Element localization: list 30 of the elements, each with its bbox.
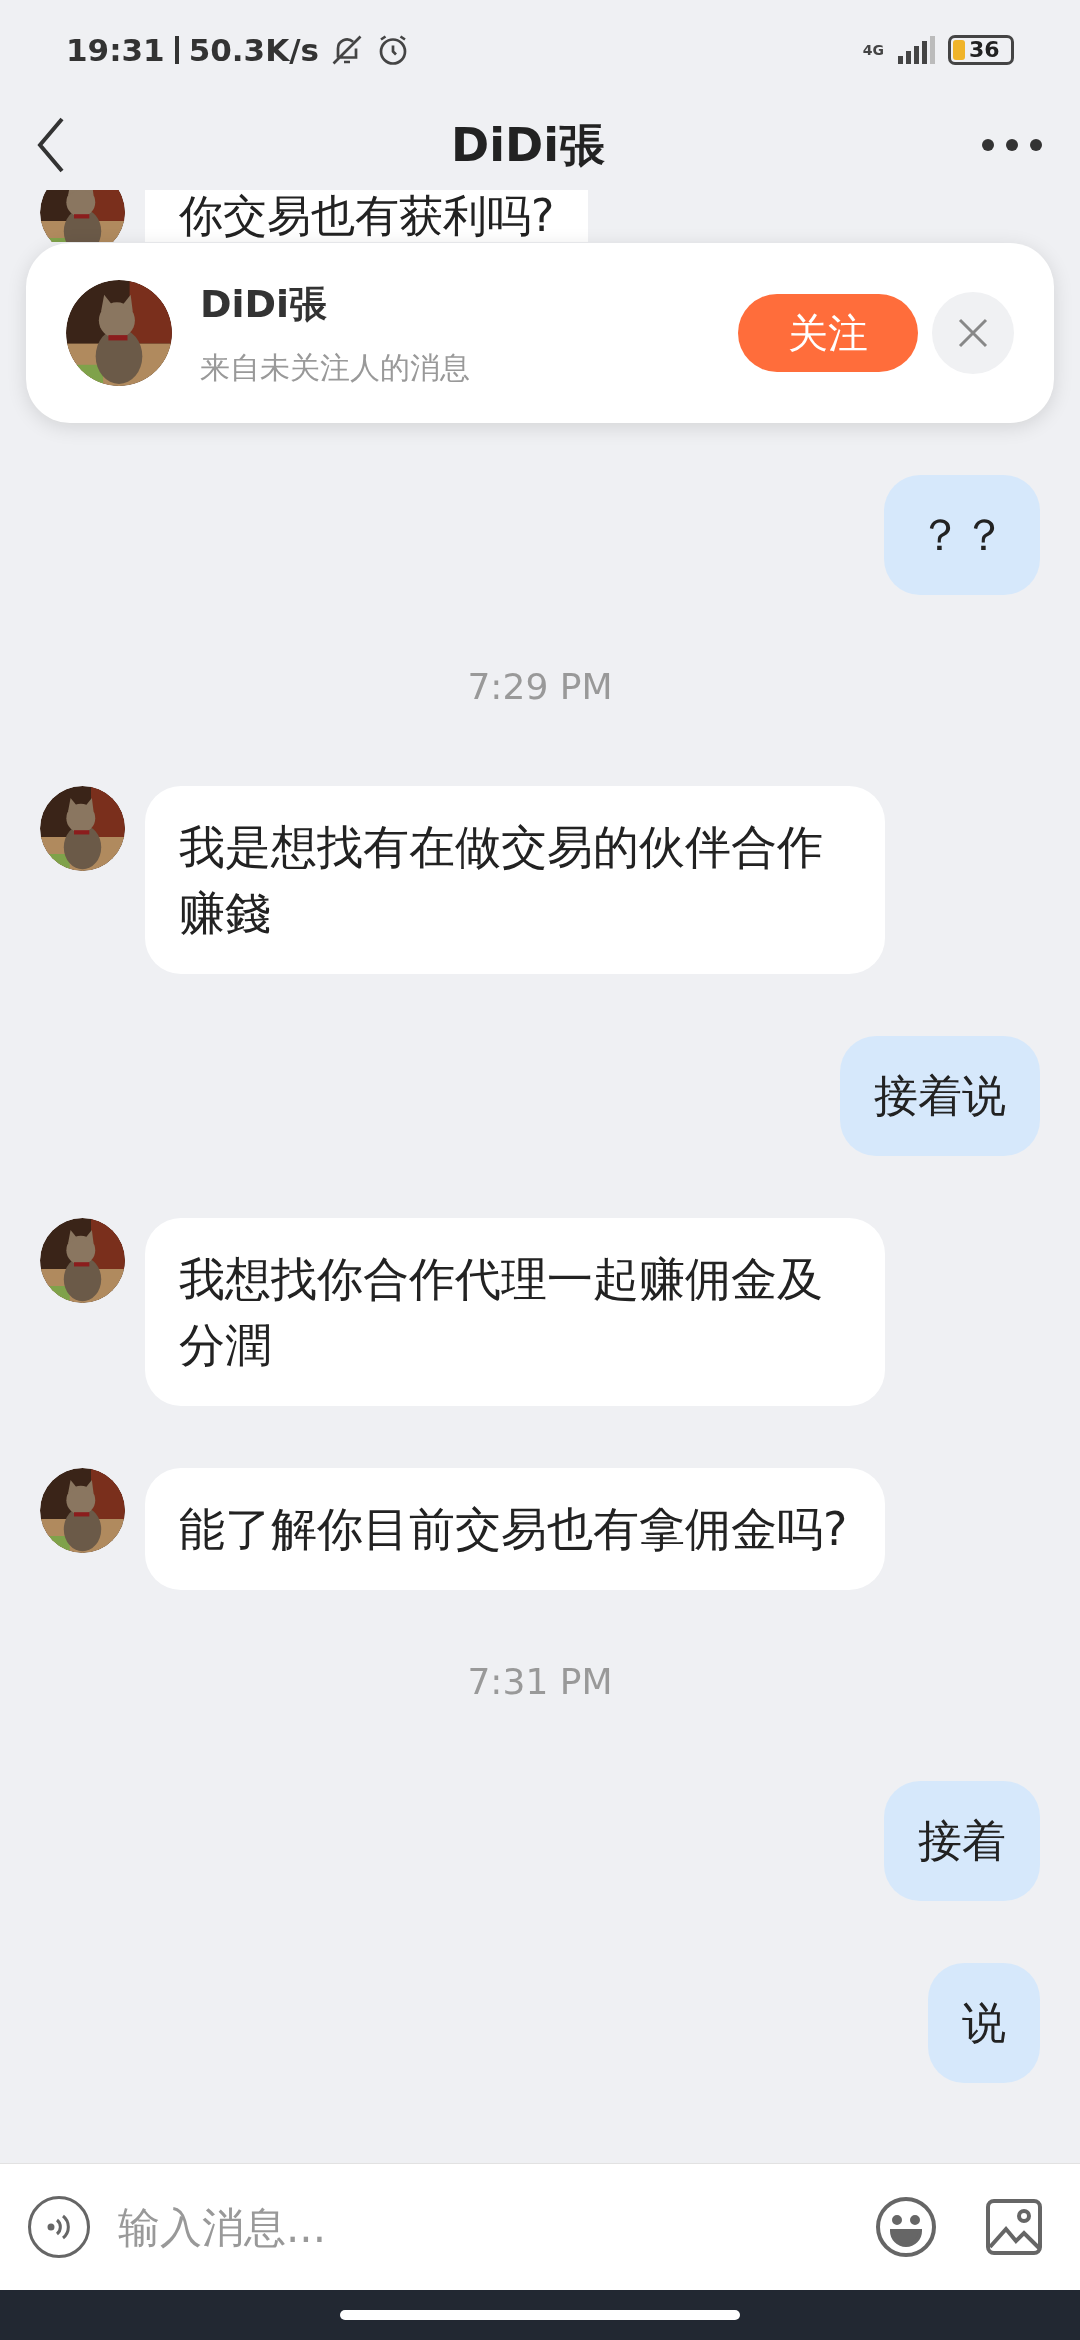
- message-bubble: ？？: [884, 475, 1040, 595]
- timestamp: 7:29 PM: [467, 665, 613, 709]
- message-bubble: 你交易也有获利吗?: [145, 190, 589, 242]
- status-time: 19:31: [66, 30, 165, 70]
- close-icon: [958, 318, 988, 348]
- message-bubble: 能了解你目前交易也有拿佣金吗?: [145, 1468, 885, 1590]
- emoji-button[interactable]: [874, 2195, 938, 2259]
- battery-fill: [953, 40, 965, 60]
- more-icon: [981, 138, 1043, 152]
- network-type: 4G: [862, 43, 884, 57]
- voice-button[interactable]: [28, 2196, 90, 2258]
- message-bubble: 我想找你合作代理一起赚佣金及分潤: [145, 1218, 885, 1406]
- message-bubble: 我是想找有在做交易的伙伴合作赚錢: [145, 786, 885, 974]
- banner-subtitle: 来自未关注人的消息: [200, 349, 471, 387]
- smiley-icon: [874, 2195, 938, 2259]
- network-speed: 50.3K/s: [188, 30, 319, 70]
- message-bubble: 接着: [884, 1781, 1040, 1901]
- sender-name: DiDi張: [200, 281, 329, 328]
- divider-mark-icon: [174, 36, 179, 64]
- message-bubble: 说: [928, 1963, 1040, 2083]
- back-icon: [36, 117, 66, 173]
- image-icon: [986, 2199, 1042, 2255]
- follow-button[interactable]: 关注: [738, 294, 918, 372]
- message-bubble: 接着说: [840, 1036, 1040, 1156]
- battery-level: 36: [969, 39, 1000, 61]
- input-bar[interactable]: 输入消息...: [0, 2163, 1080, 2290]
- chat-title: DiDi張: [451, 116, 605, 174]
- signal-icon: [896, 36, 936, 64]
- image-button[interactable]: [986, 2199, 1042, 2255]
- timestamp: 7:31 PM: [467, 1660, 613, 1704]
